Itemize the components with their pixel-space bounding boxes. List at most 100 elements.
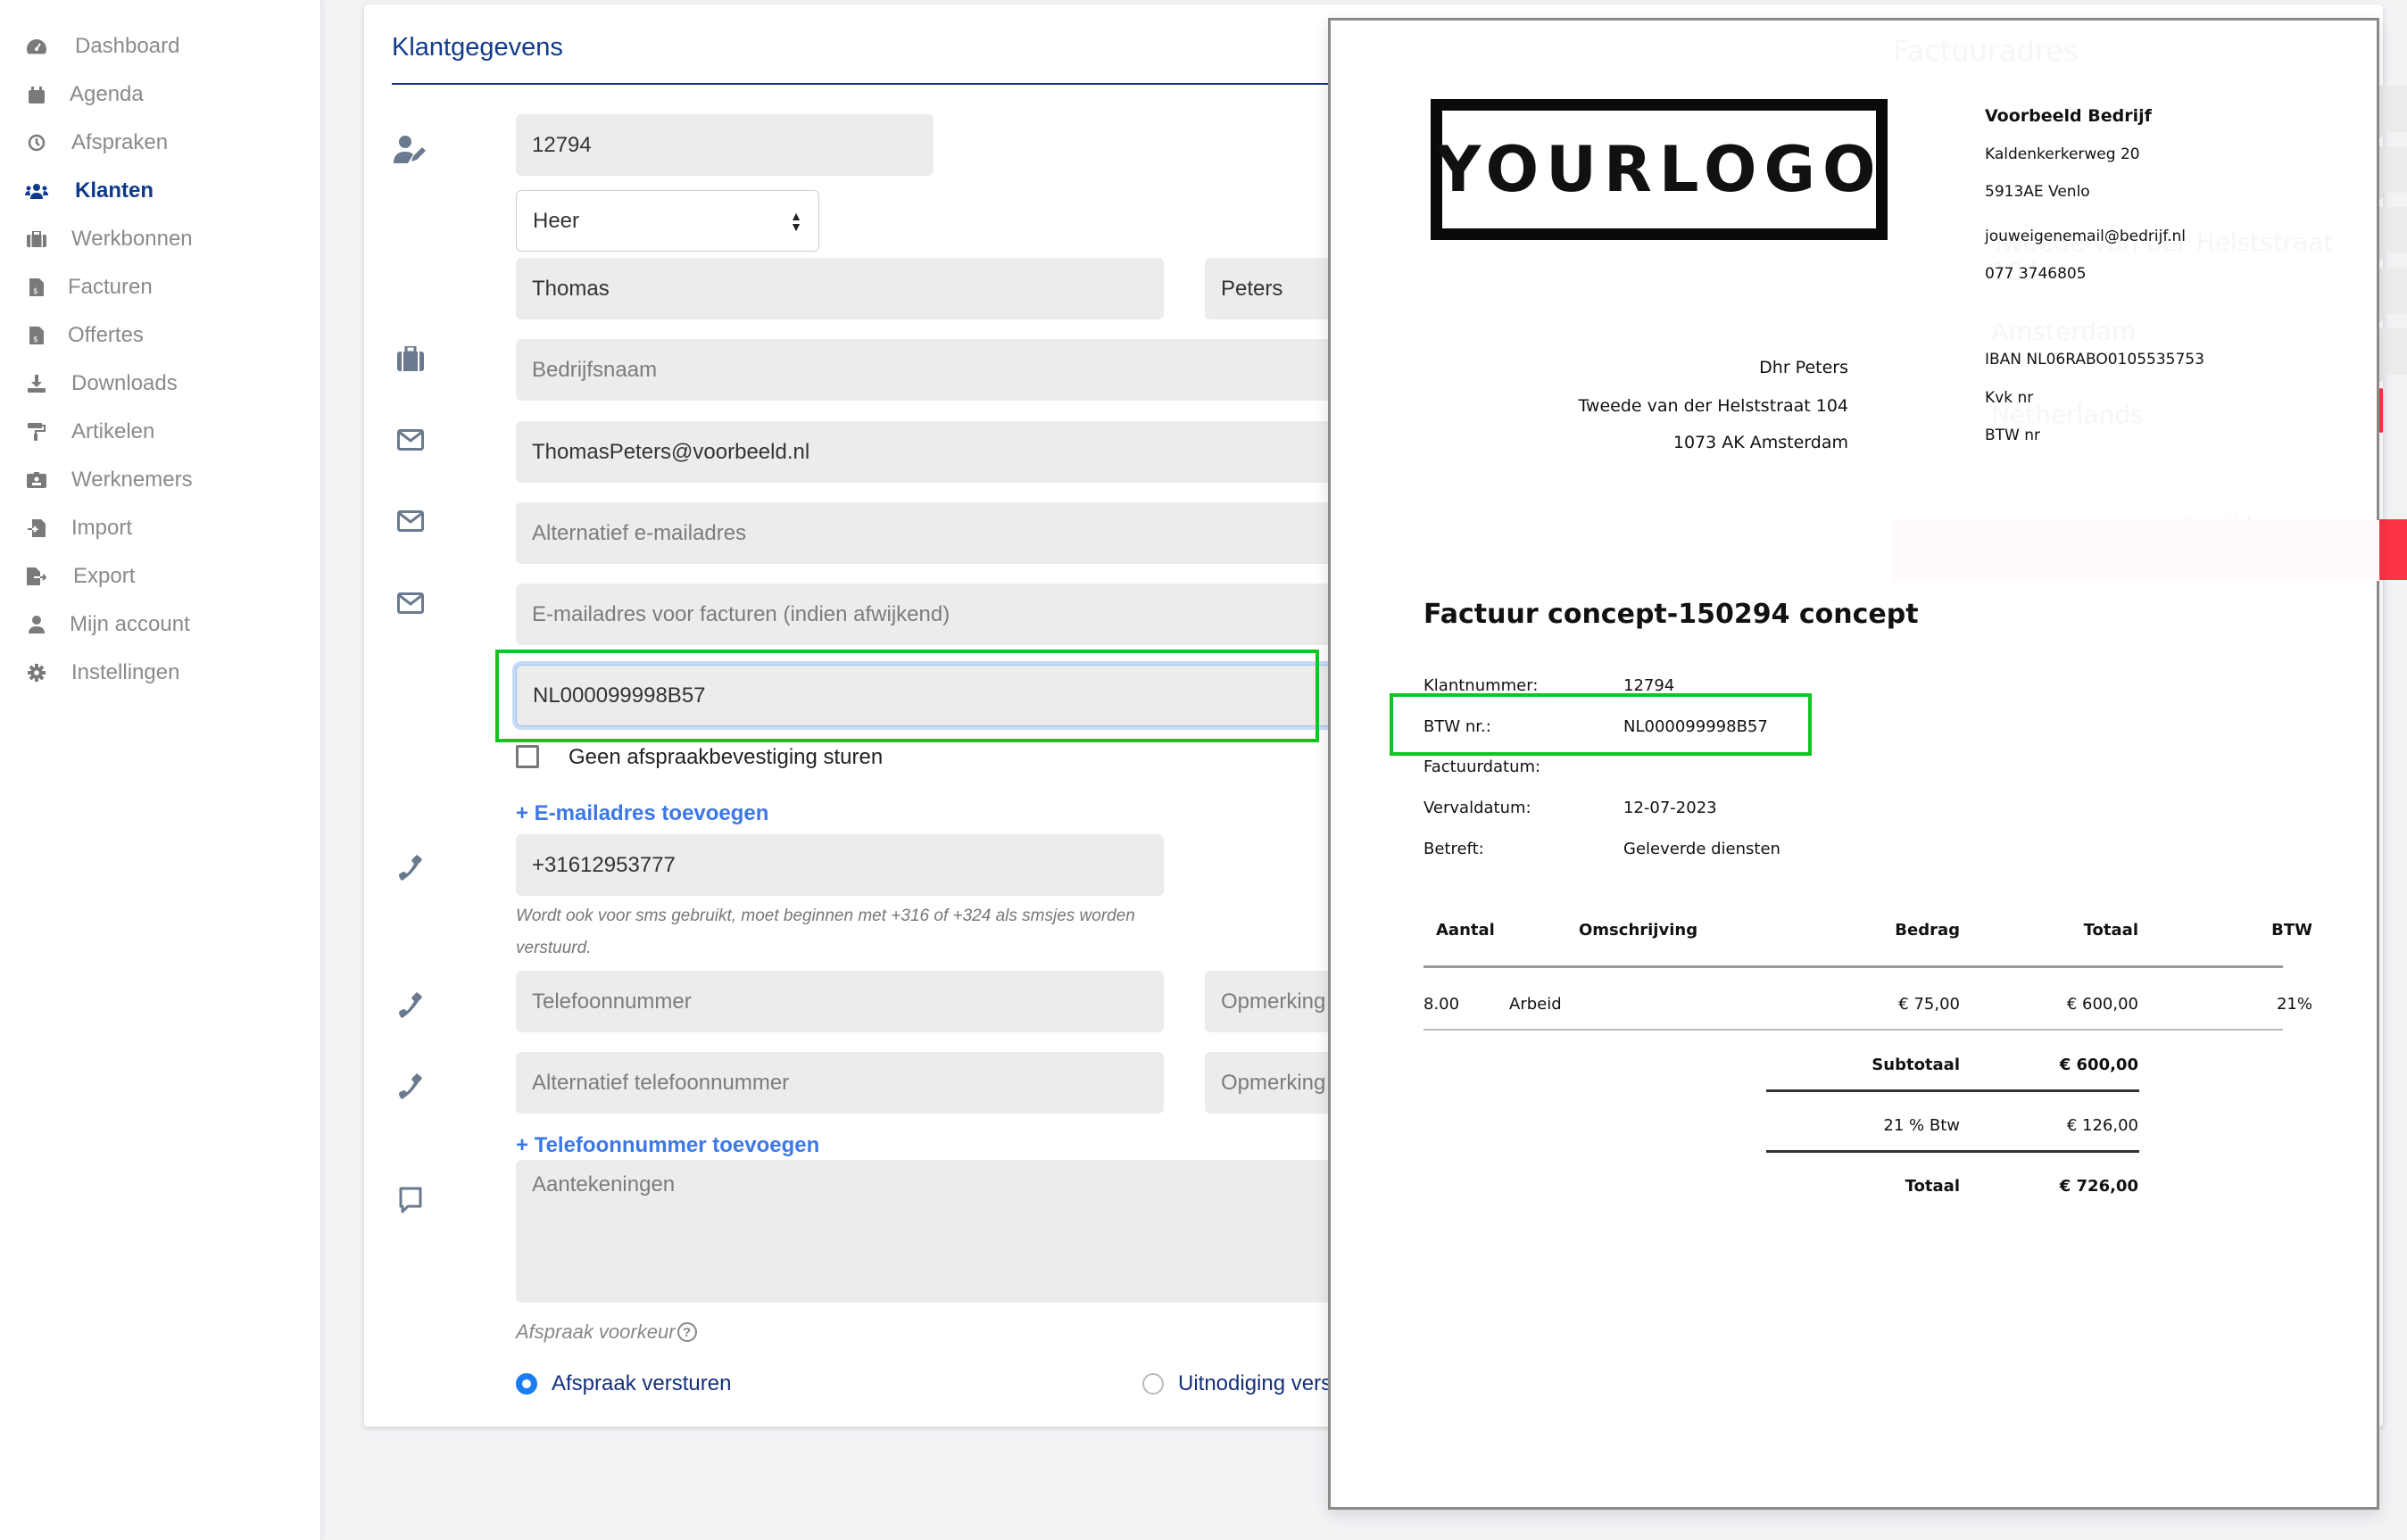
sidebar-item-mijn-account[interactable]: Mijn account <box>25 605 190 644</box>
sidebar-item-import[interactable]: Import <box>25 509 132 548</box>
sidebar-item-offertes[interactable]: $ Offertes <box>25 316 144 355</box>
sidebar: Dashboard Agenda Afspraken Klanten Werkb… <box>0 0 321 1540</box>
phone2-field[interactable]: Telefoonnummer <box>516 971 1164 1032</box>
user-icon <box>25 613 48 636</box>
background-field <box>2379 146 2407 193</box>
row-total: € 600,00 <box>2066 995 2138 1014</box>
vat-value: € 126,00 <box>2066 1116 2138 1135</box>
gear-icon <box>25 661 48 684</box>
sidebar-item-klanten[interactable]: Klanten <box>25 171 154 211</box>
radio-selected-icon <box>516 1373 537 1395</box>
subtotal-label: Subtotaal <box>1872 1056 1960 1074</box>
radio-unselected-icon <box>1142 1373 1164 1395</box>
table-header: Aantal <box>1436 921 1495 940</box>
sidebar-item-label: Agenda <box>70 82 144 106</box>
meta-value: 12794 <box>1623 676 1675 695</box>
sidebar-item-export[interactable]: Export <box>25 557 135 596</box>
select-arrows-icon: ▲ ▼ <box>790 208 802 234</box>
invoice-dollar-icon: $ <box>25 276 48 299</box>
customer-number-field[interactable]: 12794 <box>516 114 934 176</box>
briefcase-icon <box>393 341 428 377</box>
row-description: Arbeid <box>1509 995 1562 1014</box>
table-header: Totaal <box>2083 921 2138 940</box>
table-header: Bedrag <box>1895 921 1960 940</box>
background-field <box>2379 268 2407 314</box>
company-name: Voorbeeld Bedrijf <box>1985 106 2152 126</box>
phone-hint: Wordt ook voor sms gebruikt, moet beginn… <box>516 907 1135 957</box>
sidebar-item-afspraken[interactable]: Afspraken <box>25 123 168 162</box>
background-field <box>2379 207 2407 253</box>
radio-send-appointment[interactable]: Afspraak versturen <box>516 1371 731 1396</box>
total-value: € 726,00 <box>2059 1177 2138 1196</box>
phone-icon <box>393 1069 428 1105</box>
sidebar-item-label: Klanten <box>75 178 154 203</box>
customer-name: Dhr Peters <box>1759 358 1848 377</box>
sidebar-item-werknemers[interactable]: Werknemers <box>25 460 193 500</box>
meta-value: NL000099998B57 <box>1623 717 1768 736</box>
salutation-select[interactable]: Heer ▲ ▼ <box>516 190 819 252</box>
subtotal-divider <box>1766 1089 2139 1092</box>
vat-divider <box>1766 1150 2139 1153</box>
file-import-icon <box>25 517 48 540</box>
question-circle-icon[interactable]: ? <box>676 1322 697 1342</box>
table-header: BTW <box>2271 921 2312 940</box>
sidebar-item-label: Facturen <box>68 275 153 299</box>
customer-street: Tweede van der Helststraat 104 <box>1578 396 1848 416</box>
envelope-icon <box>393 422 428 458</box>
invoice-title: Factuur concept-150294 concept <box>1423 599 1919 630</box>
sidebar-item-facturen[interactable]: $ Facturen <box>25 268 153 307</box>
phone-icon <box>393 988 428 1023</box>
no-confirmation-checkbox[interactable] <box>516 745 539 768</box>
user-edit-icon <box>393 131 428 167</box>
company-iban: IBAN NL06RABO0105535753 <box>1985 351 2204 368</box>
download-icon <box>25 372 48 395</box>
row-amount: € 75,00 <box>1898 995 1960 1014</box>
sidebar-item-label: Export <box>73 564 136 588</box>
sidebar-item-label: Instellingen <box>71 660 180 684</box>
add-email-link[interactable]: + E-mailadres toevoegen <box>516 801 768 826</box>
sidebar-item-downloads[interactable]: Downloads <box>25 364 178 403</box>
sidebar-item-agenda[interactable]: Agenda <box>25 75 144 114</box>
sidebar-item-label: Artikelen <box>71 419 155 443</box>
invoice-preview: Factuuradres Tweede van der Helststraat … <box>1328 18 2379 1510</box>
sidebar-item-artikelen[interactable]: Artikelen <box>25 412 154 451</box>
invoice-dollar-icon: $ <box>25 324 48 347</box>
sidebar-item-werkbonnen[interactable]: Werkbonnen <box>25 219 193 259</box>
meta-value: 12-07-2023 <box>1623 799 1717 817</box>
calendar-icon <box>25 83 48 106</box>
svg-text:$: $ <box>33 335 38 344</box>
salutation-value: Heer <box>533 208 580 233</box>
company-phone: 077 3746805 <box>1985 265 2087 283</box>
sidebar-item-dashboard[interactable]: Dashboard <box>25 27 179 66</box>
id-badge-icon <box>25 468 48 492</box>
meta-label: Klantnummer: <box>1423 676 1539 695</box>
paint-roller-icon <box>25 420 48 443</box>
background-field <box>2379 86 2407 132</box>
vat-label: 21 % Btw <box>1883 1116 1960 1135</box>
company-street: Kaldenkerkerweg 20 <box>1985 145 2140 163</box>
delete-button[interactable] <box>2379 519 2407 580</box>
sidebar-item-label: Werknemers <box>71 468 193 492</box>
company-email: jouweigenemail@bedrijf.nl <box>1985 228 2187 245</box>
phone-field[interactable]: +31612953777 <box>516 834 1164 896</box>
sidebar-item-instellingen[interactable]: Instellingen <box>25 653 179 692</box>
users-icon <box>25 179 48 203</box>
row-divider <box>1423 1029 2283 1031</box>
delete-button-edge <box>2379 388 2383 433</box>
company-btw: BTW nr <box>1985 426 2041 444</box>
meta-label: Betreft: <box>1423 840 1484 858</box>
add-phone-link[interactable]: + Telefoonnummer toevoegen <box>516 1133 819 1158</box>
sidebar-item-label: Mijn account <box>70 612 190 636</box>
meta-label: BTW nr.: <box>1423 717 1491 736</box>
first-name-field[interactable]: Thomas <box>516 258 1164 319</box>
no-confirmation-label: Geen afspraakbevestiging sturen <box>569 745 884 769</box>
svg-text:$: $ <box>33 287 38 296</box>
logo-text: YOURLOGO <box>1435 133 1883 206</box>
sidebar-item-label: Werkbonnen <box>71 227 193 251</box>
sidebar-item-label: Afspraken <box>71 130 169 154</box>
phone3-field[interactable]: Alternatief telefoonnummer <box>516 1052 1164 1114</box>
envelope-icon <box>393 585 428 621</box>
meta-label: Vervaldatum: <box>1423 799 1531 817</box>
background-field <box>2379 328 2407 375</box>
row-vat: 21% <box>2276 995 2312 1014</box>
